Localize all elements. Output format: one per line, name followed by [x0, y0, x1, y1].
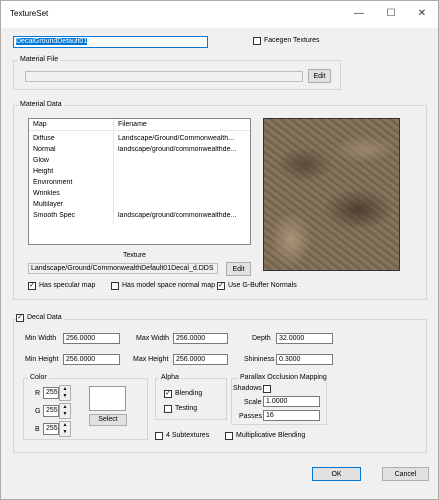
- b-spinner[interactable]: ▲ ▼: [59, 421, 71, 437]
- blending-label: Blending: [175, 390, 203, 397]
- shadows-checkbox[interactable]: [263, 385, 271, 393]
- close-icon[interactable]: ✕: [411, 5, 433, 23]
- material-data-label: Material Data: [18, 101, 64, 109]
- color-label: Color: [28, 374, 49, 382]
- minimize-icon[interactable]: —: [348, 5, 370, 23]
- max-width-input[interactable]: 256.0000: [173, 333, 228, 344]
- has-model-space-label: Has model space normal map: [122, 282, 215, 289]
- blending-checkbox[interactable]: ✓: [164, 390, 172, 398]
- window-title: TextureSet: [10, 9, 49, 18]
- depth-label: Depth: [252, 335, 271, 342]
- testing-label: Testing: [175, 405, 198, 412]
- alpha-label: Alpha: [159, 374, 181, 382]
- g-spinner[interactable]: ▲ ▼: [59, 403, 71, 419]
- r-input[interactable]: 255: [43, 387, 59, 399]
- facegen-checkbox[interactable]: [253, 37, 261, 45]
- spin-up-icon[interactable]: ▲: [60, 386, 70, 393]
- testing-checkbox[interactable]: [164, 405, 172, 413]
- spin-down-icon[interactable]: ▼: [60, 411, 70, 418]
- has-model-space-checkbox[interactable]: [111, 282, 119, 290]
- material-file-input[interactable]: [25, 71, 303, 82]
- cancel-button[interactable]: Cancel: [382, 467, 429, 481]
- ok-button[interactable]: OK: [312, 467, 361, 481]
- r-label: R: [35, 390, 41, 397]
- maximize-icon[interactable]: ☐: [380, 5, 402, 23]
- has-specular-label: Has specular map: [39, 282, 96, 289]
- color-select-button[interactable]: Select: [89, 414, 127, 426]
- texture-label: Texture: [123, 252, 146, 259]
- max-height-input[interactable]: 256.0000: [173, 354, 228, 365]
- shininess-label: Shininess: [244, 356, 275, 363]
- texture-set-dialog: TextureSet — ☐ ✕ DecalGroundDefault01 Fa…: [0, 0, 439, 500]
- name-field[interactable]: DecalGroundDefault01: [13, 36, 208, 48]
- texture-preview: [263, 118, 400, 271]
- passes-input[interactable]: 16: [263, 410, 320, 421]
- shininess-input[interactable]: 0.3000: [276, 354, 333, 365]
- multiplicative-checkbox[interactable]: [225, 432, 233, 440]
- g-label: G: [35, 408, 41, 415]
- list-item[interactable]: Wrinkles: [29, 189, 250, 200]
- spin-up-icon[interactable]: ▲: [60, 404, 70, 411]
- use-gbuffer-checkbox[interactable]: ✓: [217, 282, 225, 290]
- min-height-input[interactable]: 256.0000: [63, 354, 120, 365]
- texture-map-list[interactable]: Map Filename Diffuse Landscape/Ground/Com…: [28, 118, 251, 245]
- scale-input[interactable]: 1.0000: [263, 396, 320, 407]
- list-item[interactable]: Smooth Spec landscape/ground/commonwealth…: [29, 211, 250, 222]
- name-field-value: DecalGroundDefault01: [16, 38, 88, 45]
- color-group: [23, 378, 148, 440]
- spin-down-icon[interactable]: ▼: [60, 429, 70, 436]
- list-item[interactable]: Height: [29, 167, 250, 178]
- list-item[interactable]: Normal landscape/ground/commonwealthde...: [29, 145, 250, 156]
- b-label: B: [35, 426, 40, 433]
- material-file-edit-button[interactable]: Edit: [308, 69, 331, 83]
- min-width-input[interactable]: 256.0000: [63, 333, 120, 344]
- column-filename[interactable]: Filename: [118, 121, 248, 128]
- color-swatch[interactable]: [89, 386, 126, 411]
- list-item[interactable]: Environment: [29, 178, 250, 189]
- max-width-label: Max Width: [136, 335, 170, 342]
- list-item[interactable]: Diffuse Landscape/Ground/Commonwealth...: [29, 134, 250, 145]
- column-map[interactable]: Map: [33, 121, 113, 128]
- has-specular-checkbox[interactable]: ✓: [28, 282, 36, 290]
- scale-label: Scale: [244, 399, 262, 406]
- facegen-label: Facegen Textures: [264, 37, 320, 44]
- subtextures-checkbox[interactable]: [155, 432, 163, 440]
- multiplicative-label: Multiplicative Blending: [236, 432, 306, 439]
- b-input[interactable]: 255: [43, 423, 59, 435]
- passes-label: Passes: [239, 413, 262, 420]
- material-file-label: Material File: [18, 56, 61, 64]
- title-bar: TextureSet — ☐ ✕: [1, 1, 438, 28]
- list-item[interactable]: Glow: [29, 156, 250, 167]
- texture-path-input[interactable]: Landscape/Ground/CommonwealthDefault01De…: [28, 263, 218, 274]
- use-gbuffer-label: Use G-Buffer Normals: [228, 282, 297, 289]
- min-height-label: Min Height: [25, 356, 59, 363]
- r-spinner[interactable]: ▲ ▼: [59, 385, 71, 401]
- parallax-label: Parallax Occlusion Mapping: [238, 374, 329, 382]
- texture-edit-button[interactable]: Edit: [226, 262, 251, 276]
- spin-up-icon[interactable]: ▲: [60, 422, 70, 429]
- subtextures-label: 4 Subtextures: [166, 432, 210, 439]
- alpha-group: [155, 378, 227, 420]
- spin-down-icon[interactable]: ▼: [60, 393, 70, 400]
- depth-input[interactable]: 32.0000: [276, 333, 333, 344]
- shadows-label: Shadows: [233, 385, 262, 392]
- g-input[interactable]: 255: [43, 405, 59, 417]
- min-width-label: Min Width: [25, 335, 57, 342]
- decal-data-label: Decal Data: [25, 314, 64, 322]
- list-header: Map Filename: [29, 119, 250, 131]
- list-item[interactable]: Multilayer: [29, 200, 250, 211]
- decal-data-checkbox[interactable]: ✓: [16, 314, 24, 322]
- max-height-label: Max Height: [133, 356, 169, 363]
